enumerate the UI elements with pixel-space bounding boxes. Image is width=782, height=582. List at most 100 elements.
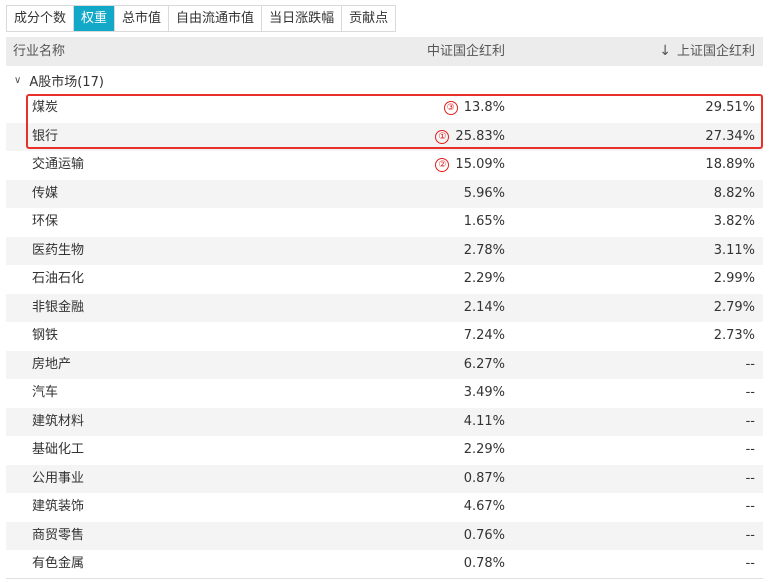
- table-row[interactable]: 基础化工 2.29% --: [6, 436, 763, 464]
- row-csi-value-text: 25.83%: [455, 128, 505, 144]
- tab-component-count[interactable]: 成分个数: [7, 6, 75, 31]
- row-csi-value-text: 1.65%: [463, 214, 505, 229]
- table-row[interactable]: 有色金属 0.78% --: [6, 550, 763, 578]
- row-csi-value: 3.49%: [464, 379, 505, 407]
- row-csi-value-text: 3.49%: [463, 385, 505, 400]
- row-sse-value: --: [745, 499, 755, 514]
- row-industry-name: 有色金属: [32, 556, 85, 571]
- row-csi-value: 2.29%: [464, 436, 505, 464]
- row-csi-value-text: 13.8%: [463, 100, 505, 115]
- row-csi-value-text: 6.27%: [463, 356, 505, 372]
- row-sse-value: 3.11%: [713, 242, 755, 258]
- tab-daily-change[interactable]: 当日涨跌幅: [262, 6, 343, 31]
- row-sse-value: 2.99%: [713, 271, 755, 286]
- row-csi-value: 4.11%: [464, 408, 505, 436]
- row-csi-value-text: 4.11%: [463, 413, 505, 429]
- table-row[interactable]: 钢铁 7.24% 2.73%: [6, 322, 763, 350]
- row-csi-value: ① 25.83%: [435, 123, 505, 151]
- row-industry-name: 银行: [32, 128, 59, 144]
- table-row[interactable]: 交通运输 ② 15.09% 18.89%: [6, 151, 763, 179]
- row-csi-value-text: 2.78%: [463, 242, 505, 258]
- row-industry-name: 环保: [32, 214, 59, 229]
- row-csi-value: 0.87%: [464, 465, 505, 493]
- tab-free-float-market-cap[interactable]: 自由流通市值: [169, 6, 263, 31]
- row-csi-value: 7.24%: [464, 322, 505, 350]
- table-row[interactable]: 非银金融 2.14% 2.79%: [6, 293, 763, 322]
- row-sse-value: 18.89%: [705, 157, 755, 172]
- table-row[interactable]: 建筑材料 4.11% --: [6, 407, 763, 436]
- tab-total-market-cap[interactable]: 总市值: [115, 6, 170, 31]
- table-row[interactable]: 银行 ① 25.83% 27.34%: [6, 122, 763, 151]
- row-industry-name: 医药生物: [32, 242, 85, 258]
- row-csi-value: 4.67%: [464, 493, 505, 521]
- row-industry-name: 建筑装饰: [32, 499, 85, 514]
- table-row[interactable]: 汽车 3.49% --: [6, 379, 763, 407]
- header-industry-name[interactable]: 行业名称: [13, 37, 65, 66]
- row-industry-name: 煤炭: [32, 100, 59, 115]
- row-industry-name: 非银金融: [32, 299, 85, 315]
- row-sse-value: --: [745, 527, 755, 543]
- row-industry-name: 房地产: [32, 356, 72, 372]
- table-row[interactable]: 煤炭 ③ 13.8% 29.51%: [6, 94, 763, 122]
- table-row[interactable]: 建筑装饰 4.67% --: [6, 493, 763, 521]
- table-row[interactable]: 房地产 6.27% --: [6, 350, 763, 379]
- table-header: 行业名称 中证国企红利 ↓ 上证国企红利: [6, 37, 763, 66]
- row-sse-value: --: [745, 556, 755, 571]
- row-sse-value: --: [745, 470, 755, 486]
- arrow-down-icon: ↓: [659, 43, 671, 59]
- row-csi-value: ③ 13.8%: [443, 94, 505, 122]
- rank-marker: ①: [435, 129, 450, 144]
- row-sse-value: --: [745, 356, 755, 372]
- table-row[interactable]: 石油石化 2.29% 2.99%: [6, 265, 763, 293]
- row-sse-value: --: [745, 442, 755, 457]
- group-a-share-market[interactable]: ∨ A股市场(17): [6, 66, 763, 94]
- tab-bar: 成分个数 权重 总市值 自由流通市值 当日涨跌幅 贡献点: [6, 5, 397, 32]
- row-csi-value: ② 15.09%: [435, 151, 505, 179]
- row-csi-value-text: 4.67%: [463, 499, 505, 514]
- row-sse-value: 2.73%: [713, 328, 755, 343]
- row-industry-name: 石油石化: [32, 271, 85, 286]
- row-csi-value: 0.76%: [464, 522, 505, 550]
- row-csi-value-text: 2.29%: [463, 271, 505, 286]
- row-csi-value-text: 0.87%: [463, 470, 505, 486]
- row-industry-name: 建筑材料: [32, 413, 85, 429]
- row-csi-value: 2.29%: [464, 265, 505, 293]
- row-industry-name: 基础化工: [32, 442, 85, 457]
- tab-contribution-points[interactable]: 贡献点: [342, 6, 396, 31]
- row-industry-name: 传媒: [32, 185, 59, 201]
- table-row[interactable]: 环保 1.65% 3.82%: [6, 208, 763, 236]
- header-sse-soe-dividend-label: 上证国企红利: [676, 44, 755, 59]
- table-row[interactable]: 公用事业 0.87% --: [6, 464, 763, 493]
- row-sse-value: 27.34%: [705, 128, 755, 144]
- row-sse-value: 2.79%: [713, 299, 755, 315]
- table-bottom-border: [6, 578, 763, 579]
- row-csi-value: 2.14%: [464, 294, 505, 322]
- row-csi-value-text: 2.14%: [463, 299, 505, 315]
- row-csi-value-text: 0.76%: [463, 527, 505, 543]
- row-csi-value-text: 15.09%: [455, 157, 505, 172]
- row-industry-name: 商贸零售: [32, 527, 85, 543]
- row-sse-value: --: [745, 385, 755, 400]
- row-csi-value: 1.65%: [464, 208, 505, 236]
- table-row[interactable]: 商贸零售 0.76% --: [6, 521, 763, 550]
- group-label: A股市场(17): [29, 74, 104, 90]
- table-row[interactable]: 传媒 5.96% 8.82%: [6, 179, 763, 208]
- row-csi-value: 2.78%: [464, 237, 505, 265]
- header-csi-soe-dividend[interactable]: 中证国企红利: [427, 37, 505, 66]
- row-csi-value: 0.78%: [464, 550, 505, 578]
- row-industry-name: 汽车: [32, 385, 59, 400]
- tab-weight[interactable]: 权重: [74, 6, 116, 31]
- row-industry-name: 公用事业: [32, 470, 85, 486]
- row-sse-value: --: [745, 413, 755, 429]
- rank-marker: ③: [443, 101, 458, 115]
- header-sse-soe-dividend[interactable]: ↓ 上证国企红利: [659, 37, 755, 66]
- table-row[interactable]: 医药生物 2.78% 3.11%: [6, 236, 763, 265]
- row-csi-value-text: 5.96%: [463, 185, 505, 201]
- row-csi-value: 6.27%: [464, 351, 505, 379]
- row-csi-value-text: 0.78%: [463, 556, 505, 571]
- chevron-down-icon[interactable]: ∨: [14, 75, 21, 86]
- row-industry-name: 钢铁: [32, 328, 59, 343]
- row-sse-value: 3.82%: [713, 214, 755, 229]
- row-csi-value-text: 7.24%: [463, 328, 505, 343]
- row-industry-name: 交通运输: [32, 157, 85, 172]
